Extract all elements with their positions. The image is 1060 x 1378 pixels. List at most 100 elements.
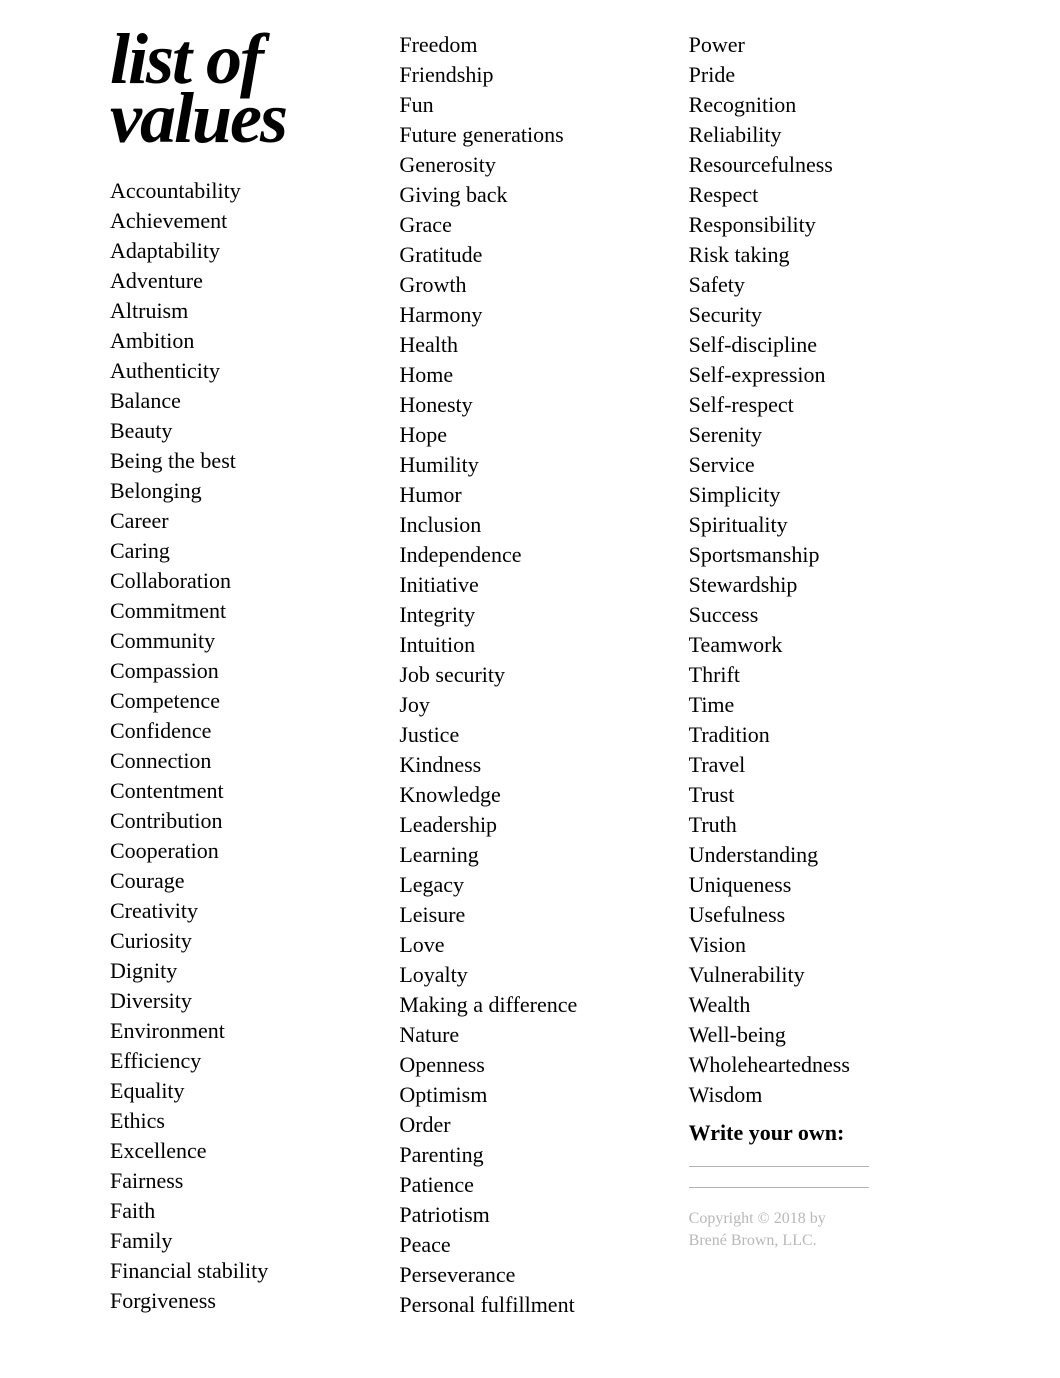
value-item: Hope bbox=[399, 420, 660, 450]
value-item: Adaptability bbox=[110, 236, 371, 266]
value-item: Humility bbox=[399, 450, 660, 480]
value-item: Commitment bbox=[110, 596, 371, 626]
content-columns: list of values AccountabilityAchievement… bbox=[110, 30, 950, 1320]
value-item: Future generations bbox=[399, 120, 660, 150]
value-item: Usefulness bbox=[689, 900, 950, 930]
value-item: Family bbox=[110, 1226, 371, 1256]
value-item: Security bbox=[689, 300, 950, 330]
value-item: Reliability bbox=[689, 120, 950, 150]
value-item: Ambition bbox=[110, 326, 371, 356]
value-item: Optimism bbox=[399, 1080, 660, 1110]
value-item: Thrift bbox=[689, 660, 950, 690]
page: list of values AccountabilityAchievement… bbox=[0, 0, 1060, 1378]
value-item: Community bbox=[110, 626, 371, 656]
value-item: Grace bbox=[399, 210, 660, 240]
value-item: Trust bbox=[689, 780, 950, 810]
value-item: Curiosity bbox=[110, 926, 371, 956]
value-item: Truth bbox=[689, 810, 950, 840]
value-item: Achievement bbox=[110, 206, 371, 236]
value-item: Belonging bbox=[110, 476, 371, 506]
value-item: Confidence bbox=[110, 716, 371, 746]
value-item: Power bbox=[689, 30, 950, 60]
value-item: Home bbox=[399, 360, 660, 390]
value-item: Generosity bbox=[399, 150, 660, 180]
value-item: Collaboration bbox=[110, 566, 371, 596]
value-item: Serenity bbox=[689, 420, 950, 450]
value-item: Sportsmanship bbox=[689, 540, 950, 570]
value-item: Service bbox=[689, 450, 950, 480]
value-item: Recognition bbox=[689, 90, 950, 120]
write-line-2 bbox=[689, 1187, 869, 1188]
value-item: Patriotism bbox=[399, 1200, 660, 1230]
value-item: Peace bbox=[399, 1230, 660, 1260]
value-item: Intuition bbox=[399, 630, 660, 660]
value-item: Environment bbox=[110, 1016, 371, 1046]
write-your-own-section: Write your own: Copyright © 2018 by Bren… bbox=[689, 1120, 950, 1252]
value-item: Justice bbox=[399, 720, 660, 750]
value-item: Understanding bbox=[689, 840, 950, 870]
value-item: Order bbox=[399, 1110, 660, 1140]
value-item: Simplicity bbox=[689, 480, 950, 510]
value-item: Perseverance bbox=[399, 1260, 660, 1290]
value-item: Openness bbox=[399, 1050, 660, 1080]
value-item: Honesty bbox=[399, 390, 660, 420]
value-item: Efficiency bbox=[110, 1046, 371, 1076]
value-item: Authenticity bbox=[110, 356, 371, 386]
value-item: Connection bbox=[110, 746, 371, 776]
value-item: Success bbox=[689, 600, 950, 630]
value-item: Adventure bbox=[110, 266, 371, 296]
value-item: Being the best bbox=[110, 446, 371, 476]
value-item: Courage bbox=[110, 866, 371, 896]
copyright-line-2: Brené Brown, LLC. bbox=[689, 1230, 950, 1252]
value-item: Freedom bbox=[399, 30, 660, 60]
copyright-line-1: Copyright © 2018 by bbox=[689, 1208, 950, 1230]
value-item: Contentment bbox=[110, 776, 371, 806]
value-item: Caring bbox=[110, 536, 371, 566]
value-item: Wealth bbox=[689, 990, 950, 1020]
value-item: Friendship bbox=[399, 60, 660, 90]
value-item: Growth bbox=[399, 270, 660, 300]
copyright-notice: Copyright © 2018 by Brené Brown, LLC. bbox=[689, 1208, 950, 1252]
value-item: Gratitude bbox=[399, 240, 660, 270]
value-item: Wisdom bbox=[689, 1080, 950, 1110]
value-item: Legacy bbox=[399, 870, 660, 900]
value-item: Compassion bbox=[110, 656, 371, 686]
write-line-1 bbox=[689, 1166, 869, 1167]
value-item: Faith bbox=[110, 1196, 371, 1226]
value-item: Harmony bbox=[399, 300, 660, 330]
value-item: Fun bbox=[399, 90, 660, 120]
value-item: Equality bbox=[110, 1076, 371, 1106]
value-item: Competence bbox=[110, 686, 371, 716]
value-item: Tradition bbox=[689, 720, 950, 750]
value-item: Pride bbox=[689, 60, 950, 90]
value-item: Job security bbox=[399, 660, 660, 690]
value-item: Creativity bbox=[110, 896, 371, 926]
value-item: Personal fulfillment bbox=[399, 1290, 660, 1320]
value-item: Cooperation bbox=[110, 836, 371, 866]
value-item: Leisure bbox=[399, 900, 660, 930]
value-item: Diversity bbox=[110, 986, 371, 1016]
value-item: Risk taking bbox=[689, 240, 950, 270]
value-item: Self-expression bbox=[689, 360, 950, 390]
write-your-own-label: Write your own: bbox=[689, 1120, 950, 1146]
value-item: Parenting bbox=[399, 1140, 660, 1170]
value-item: Stewardship bbox=[689, 570, 950, 600]
title-line-2: values bbox=[110, 89, 371, 148]
value-item: Forgiveness bbox=[110, 1286, 371, 1316]
value-item: Kindness bbox=[399, 750, 660, 780]
value-item: Patience bbox=[399, 1170, 660, 1200]
value-item: Giving back bbox=[399, 180, 660, 210]
value-item: Spirituality bbox=[689, 510, 950, 540]
value-item: Leadership bbox=[399, 810, 660, 840]
value-item: Integrity bbox=[399, 600, 660, 630]
value-item: Excellence bbox=[110, 1136, 371, 1166]
value-item: Health bbox=[399, 330, 660, 360]
value-item: Time bbox=[689, 690, 950, 720]
value-item: Inclusion bbox=[399, 510, 660, 540]
value-item: Beauty bbox=[110, 416, 371, 446]
value-item: Travel bbox=[689, 750, 950, 780]
value-item: Wholeheartedness bbox=[689, 1050, 950, 1080]
page-title: list of values bbox=[110, 30, 371, 148]
value-item: Nature bbox=[399, 1020, 660, 1050]
value-item: Balance bbox=[110, 386, 371, 416]
